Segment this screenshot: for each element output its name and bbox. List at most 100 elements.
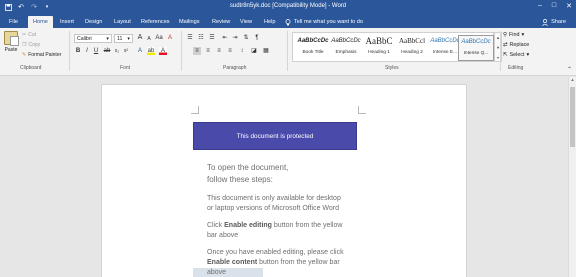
italic-icon[interactable]: I [83,47,91,55]
replace-button[interactable]: ⇄ Replace [503,42,529,48]
align-center-icon[interactable]: ≡ [204,47,212,55]
paste-button[interactable]: Paste [3,31,19,59]
highlight-icon[interactable]: ab [147,47,155,55]
tab-design[interactable]: Design [85,16,102,28]
lightbulb-icon [285,18,291,25]
bold-text: Enable editing [224,222,272,229]
multilevel-list-icon[interactable]: ☰ [208,34,216,42]
scrollbar-thumb[interactable] [570,87,575,147]
chevron-down-icon: ▾ [521,32,525,38]
separator [69,31,70,71]
find-button[interactable]: ⚲ Find ▾ [503,32,524,38]
protected-banner: This document is protected [193,122,357,150]
text-line: above [207,269,227,276]
window-title: sudtr8n5yk.doc [Compatibility Mode] - Wo… [229,3,347,9]
font-name-value: Calibri [77,36,92,42]
numbering-icon[interactable]: ☷ [197,34,205,42]
text-span: Click [207,222,225,229]
paragraph-desktop: This document is only available for desk… [207,194,341,214]
cut-button[interactable]: ✂ Cut [22,32,36,38]
copy-label: Copy [28,42,41,48]
share-label: Share [551,19,566,25]
text-line: This document is only available for desk… [207,195,341,202]
tab-insert[interactable]: Insert [60,16,74,28]
bold-icon[interactable]: B [74,47,82,55]
line-spacing-icon[interactable]: ↕ [238,47,246,55]
strikethrough-icon[interactable]: ab [103,47,111,55]
font-color-icon[interactable]: A [159,47,167,55]
title-bar: ↶ ↷ ▾ sudtr8n5yk.doc [Compatibility Mode… [0,0,576,14]
text-line: Once you have enabled editing, please cl… [207,249,344,256]
clear-formatting-icon[interactable]: A [166,34,174,42]
text-span: button from the yellow [271,222,343,229]
tab-file[interactable]: File [9,16,18,28]
text-line: Enable content button from the yellow ba… [207,258,344,268]
underline-icon[interactable]: U [92,47,100,55]
editing-group-label: Editing [508,65,524,71]
font-size-value: 11 [117,36,123,42]
shrink-font-icon[interactable]: A [145,35,153,43]
tab-layout[interactable]: Layout [114,16,131,28]
close-button[interactable]: ✕ [566,2,572,10]
grow-font-icon[interactable]: A [136,34,144,42]
select-button[interactable]: ⇱ Select ▾ [503,52,529,58]
chevron-down-icon: ▾ [106,36,109,42]
text-effects-icon[interactable]: A [136,47,144,55]
justify-icon[interactable]: ≡ [226,47,234,55]
maximize-button[interactable]: □ [552,2,556,10]
separator [181,31,182,71]
minimize-button[interactable]: – [538,2,542,10]
tab-home[interactable]: Home [28,16,53,28]
ribbon-tabs: File Home Insert Design Layout Reference… [0,14,576,28]
tab-mailings[interactable]: Mailings [179,16,200,28]
styles-gallery: AaBbCcDc Book Title AaBbCcDc Emphasis Aa… [292,32,494,62]
font-size-select[interactable]: 11 ▾ [114,34,133,43]
separator [287,31,288,71]
bullets-icon[interactable]: ☰ [186,34,194,42]
format-painter-button[interactable]: ✎ Format Painter [22,52,61,58]
magnifier-icon: ⚲ [503,32,507,38]
align-right-icon[interactable]: ≡ [215,47,223,55]
clipboard-group-label: Clipboard [20,65,42,71]
tab-references[interactable]: References [141,16,170,28]
superscript-icon[interactable]: x² [122,47,130,55]
style-intense-quote[interactable]: AaBbCcDc Intense Q... [458,35,494,61]
show-formatting-icon[interactable]: ¶ [253,34,261,42]
bold-text: Enable content [207,259,258,266]
increase-indent-icon[interactable]: ⇥ [231,34,239,42]
font-name-select[interactable]: Calibri ▾ [74,34,112,43]
change-case-icon[interactable]: Aa [155,34,163,42]
window-controls: – □ ✕ [538,2,572,10]
format-painter-label: Format Painter [28,52,62,58]
align-left-icon[interactable]: ≡ [193,47,201,55]
text-line: or laptop versions of Microsoft Office W… [207,205,340,212]
heading-line: To open the document, [207,163,289,172]
shading-icon[interactable]: ◪ [250,47,258,55]
share-button[interactable]: Share [542,16,566,28]
tab-help[interactable]: Help [264,16,276,28]
separator [500,31,501,71]
cursor-icon: ⇱ [503,52,508,58]
borders-icon[interactable]: ▦ [262,47,270,55]
copy-button[interactable]: ❐ Copy [22,42,40,48]
tab-review[interactable]: Review [212,16,230,28]
styles-group-label: Styles [385,65,399,71]
tell-me-box[interactable]: Tell me what you want to do [285,16,363,28]
paintbrush-icon: ✎ [22,52,27,58]
heading-line: follow these steps: [207,175,273,184]
select-label: Select [509,52,525,58]
decrease-indent-icon[interactable]: ⇤ [221,34,229,42]
replace-icon: ⇄ [503,42,508,48]
sort-icon[interactable]: ⇅ [242,34,250,42]
chevron-up-icon[interactable]: ▲ [569,77,576,82]
copy-icon: ❐ [22,42,27,48]
ribbon: Paste ✂ Cut ❐ Copy ✎ Format Painter Clipboa… [0,28,576,76]
paragraph-enable-editing: Click Enable editing button from the yel… [207,221,342,241]
paragraph-enable-content: Once you have enabled editing, please cl… [207,248,344,277]
person-icon [542,18,548,26]
chevron-down-icon: ▾ [127,36,130,42]
tab-view[interactable]: View [240,16,252,28]
collapse-ribbon-icon[interactable]: ⌃ [567,66,572,73]
subscript-icon[interactable]: x₂ [113,47,121,55]
paste-label: Paste [4,47,18,53]
